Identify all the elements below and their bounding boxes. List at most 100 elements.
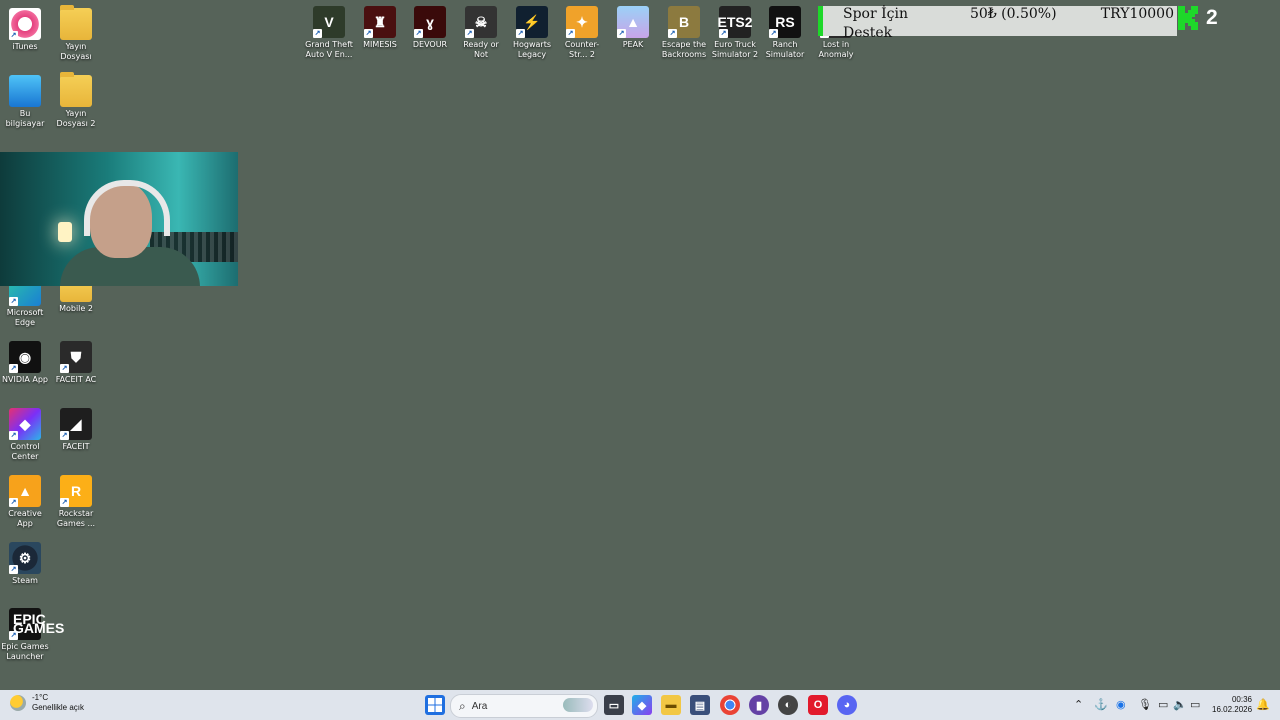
icon-label: FACEIT bbox=[62, 442, 90, 451]
desktop-icon-escape-backrooms[interactable]: B ↗ Escape the Backrooms bbox=[659, 6, 709, 60]
chrome-icon[interactable] bbox=[720, 695, 740, 715]
icon-label: Creative App bbox=[8, 509, 42, 528]
glyph: ▲ bbox=[626, 14, 640, 30]
icon-label: Yayın Dosyası bbox=[60, 42, 92, 61]
donation-amount: 50₺ (0.50%) bbox=[970, 6, 1057, 22]
clock[interactable]: 00:36 16.02.2026 bbox=[1212, 695, 1252, 715]
desktop-icon-hogwarts[interactable]: ⚡ ↗ Hogwarts Legacy bbox=[507, 6, 557, 60]
icon-label: Bu bilgisayar bbox=[5, 109, 45, 128]
glyph: ◆ bbox=[19, 416, 31, 432]
desktop-icon-faceit-ac[interactable]: ⛊ ↗ FACEIT AC bbox=[51, 341, 101, 385]
faceit-ac-icon: ⛊ ↗ bbox=[60, 341, 92, 373]
desktop-icon-control-center[interactable]: ◆ ↗ Control Center bbox=[0, 408, 50, 462]
icon-label: Escape the Backrooms bbox=[661, 40, 707, 59]
gta-v-icon: V ↗ bbox=[313, 6, 345, 38]
folder-icon bbox=[60, 72, 92, 107]
file-explorer-icon[interactable]: ▬ bbox=[661, 695, 681, 715]
desktop-icon-devour[interactable]: ɣ ↗ DEVOUR bbox=[405, 6, 455, 50]
search-icon: ⌕ bbox=[459, 698, 466, 713]
icon-label: Counter-Str... 2 bbox=[564, 40, 600, 59]
cs2-icon: ✦ ↗ bbox=[566, 6, 598, 38]
weather-widget[interactable]: -1°C Genellikle açık bbox=[10, 693, 84, 713]
taskbar-search[interactable]: ⌕ Ara bbox=[450, 694, 598, 718]
donation-goal: TRY10000 bbox=[1100, 6, 1174, 22]
peak-icon: ▲ ↗ bbox=[617, 6, 649, 38]
desktop-icon-nvidia[interactable]: ◉ ↗ NVIDIA App bbox=[0, 341, 50, 385]
desktop-icon-creative-app[interactable]: ▲ ↗ Creative App bbox=[0, 475, 50, 529]
desktop-icon-yayin-dosyasi-2[interactable]: Yayın Dosyası 2 bbox=[51, 72, 101, 129]
battery-icon[interactable]: ▭ bbox=[1190, 698, 1200, 711]
kick-logo-icon bbox=[1178, 6, 1198, 30]
twitch-icon[interactable]: ▮ bbox=[749, 695, 769, 715]
folder-icon bbox=[60, 5, 92, 40]
start-button[interactable] bbox=[425, 695, 445, 715]
desktop-icon-ready-or-not[interactable]: ☠ ↗ Ready or Not bbox=[456, 6, 506, 60]
icon-label: FACEIT AC bbox=[55, 375, 97, 384]
glyph: ETS2 bbox=[717, 14, 753, 30]
icon-label: Ready or Not bbox=[463, 40, 499, 59]
volume-icon[interactable]: 🔈 bbox=[1173, 698, 1187, 711]
tray-overflow-chevron-icon[interactable]: ⌃ bbox=[1074, 698, 1083, 711]
store-icon[interactable]: ▤ bbox=[690, 695, 710, 715]
search-highlight-icon bbox=[563, 698, 593, 712]
icon-label: Hogwarts Legacy bbox=[512, 40, 552, 59]
glyph: ☠ bbox=[474, 14, 488, 30]
notification-bell-icon[interactable]: 🔔 bbox=[1256, 698, 1270, 711]
icon-label: Microsoft Edge bbox=[6, 308, 44, 327]
app-icon[interactable]: ◐ bbox=[778, 695, 798, 715]
glyph: ✦ bbox=[576, 14, 588, 30]
epic-games-icon: EPIC GAMES ↗ bbox=[9, 608, 64, 640]
network-icon[interactable]: ▭ bbox=[1158, 698, 1168, 711]
glyph: ⛊ bbox=[70, 349, 82, 365]
desktop-icon-peak[interactable]: ▲ ↗ PEAK bbox=[608, 6, 658, 50]
icon-label: Epic Games Launcher bbox=[1, 642, 49, 661]
microphone-icon[interactable]: 🎙 bbox=[1138, 698, 1152, 711]
donation-goal-overlay: Spor İçin Destek 50₺ (0.50%) TRY10000 bbox=[818, 6, 1177, 41]
hogwarts-icon: ⚡ ↗ bbox=[516, 6, 548, 38]
icon-label: Grand Theft Auto V En... bbox=[305, 40, 353, 59]
tray-app-icon[interactable]: ⚓ bbox=[1094, 698, 1108, 711]
desktop-icon-yayin-dosyasi[interactable]: Yayın Dosyası bbox=[51, 5, 101, 62]
desktop-icon-ranch-simulator[interactable]: RS ↗ Ranch Simulator bbox=[760, 6, 810, 60]
tray-app-icon-2[interactable]: ◉ bbox=[1116, 698, 1126, 711]
desktop-icon-rockstar[interactable]: R ↗ Rockstar Games ... bbox=[51, 475, 101, 529]
mimesis-icon: ♜ ↗ bbox=[364, 6, 396, 38]
windows-icon bbox=[428, 698, 442, 712]
weather-text: -1°C Genellikle açık bbox=[32, 693, 84, 713]
clock-time: 00:36 bbox=[1231, 695, 1252, 704]
glyph: ▲ bbox=[18, 483, 32, 499]
icon-label: Mobile 2 bbox=[59, 304, 93, 313]
glyph: ⚙ bbox=[18, 550, 32, 566]
desktop-icon-faceit[interactable]: ◢ ↗ FACEIT bbox=[51, 408, 101, 452]
weather-temp: -1°C bbox=[32, 693, 49, 702]
glyph: ⚡ bbox=[523, 14, 541, 30]
search-placeholder: Ara bbox=[471, 700, 488, 712]
glyph: B bbox=[678, 14, 690, 30]
this-pc-icon bbox=[9, 75, 41, 107]
taskbar: -1°C Genellikle açık ⌕ Ara ▭ ◆ ▬ ▤ ▮ ◐ O… bbox=[0, 690, 1280, 720]
headset-icon bbox=[84, 180, 170, 236]
discord-icon[interactable]: ◕ bbox=[837, 695, 857, 715]
desktop-icon-gta-v[interactable]: V ↗ Grand Theft Auto V En... bbox=[304, 6, 354, 60]
desktop-icon-mimesis[interactable]: ♜ ↗ MIMESIS bbox=[355, 6, 405, 50]
copilot-icon[interactable]: ◆ bbox=[632, 695, 652, 715]
devour-icon: ɣ ↗ bbox=[414, 6, 446, 38]
task-view-icon[interactable]: ▭ bbox=[604, 695, 624, 715]
desktop-icon-epic-games[interactable]: EPIC GAMES ↗ Epic Games Launcher bbox=[0, 608, 64, 662]
glyph: R bbox=[70, 483, 82, 499]
escape-backrooms-icon: B ↗ bbox=[668, 6, 700, 38]
opera-icon[interactable]: O bbox=[808, 695, 828, 715]
icon-label: DEVOUR bbox=[412, 40, 448, 49]
weather-desc: Genellikle açık bbox=[32, 703, 85, 712]
desktop-icon-steam[interactable]: ⚙ ↗ Steam bbox=[0, 542, 50, 586]
glyph: ◉ bbox=[18, 349, 32, 365]
icon-label: Control Center bbox=[10, 442, 40, 461]
icon-label: Lost in Anomaly bbox=[818, 40, 854, 59]
desktop-icon-itunes[interactable]: ↗ iTunes bbox=[0, 8, 50, 52]
glyph: RS bbox=[775, 14, 795, 30]
desktop-icon-cs2[interactable]: ✦ ↗ Counter-Str... 2 bbox=[557, 6, 607, 60]
itunes-icon: ↗ bbox=[9, 8, 41, 40]
desktop-icon-this-pc[interactable]: Bu bilgisayar bbox=[0, 75, 50, 129]
desktop-icon-euro-truck[interactable]: ETS2 ↗ Euro Truck Simulator 2 bbox=[710, 6, 760, 60]
icon-label: Yayın Dosyası 2 bbox=[56, 109, 96, 128]
